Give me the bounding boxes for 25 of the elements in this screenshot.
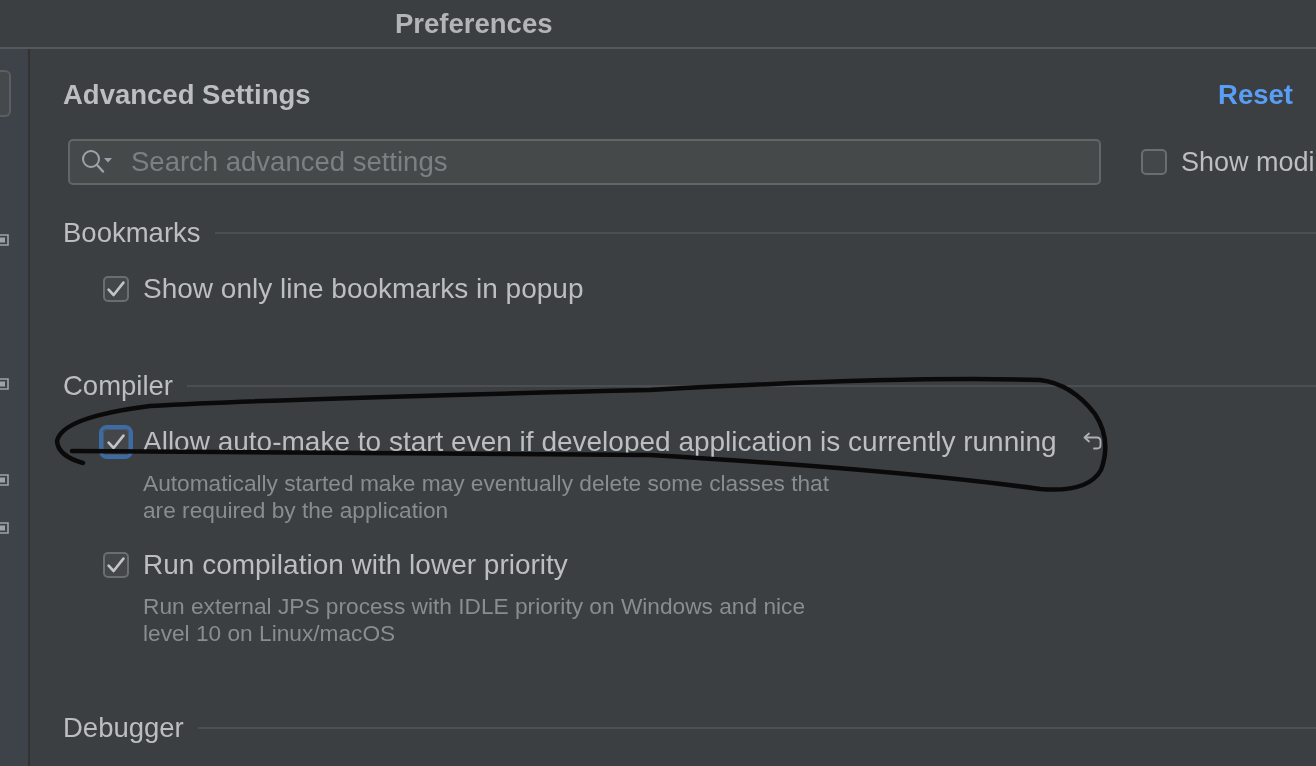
checkbox[interactable] xyxy=(1141,149,1167,175)
search-field[interactable]: Search advanced settings xyxy=(68,139,1101,185)
option-description: Automatically started make may eventually delete some classes that are required by the application xyxy=(143,470,830,524)
search-icon xyxy=(81,149,112,174)
option-description: Run external JPS process with IDLE priority on Windows and nice level 10 on Linux/macOS xyxy=(143,593,806,647)
section-heading: Debugger xyxy=(63,712,184,744)
square-icon xyxy=(0,234,9,246)
checkmark-icon xyxy=(107,281,125,297)
square-icon xyxy=(0,378,9,390)
checkmark-icon xyxy=(107,434,125,450)
undo-arrow-icon[interactable] xyxy=(1082,432,1103,452)
checkbox[interactable] xyxy=(103,552,129,578)
checkmark-icon xyxy=(107,557,125,573)
window-title: Preferences xyxy=(395,7,553,40)
page-title: Advanced Settings xyxy=(63,79,311,111)
checkbox[interactable] xyxy=(103,276,129,302)
sidebar-search-field[interactable] xyxy=(0,70,11,117)
show-modified-label[interactable]: Show modi xyxy=(1181,146,1315,178)
option-label[interactable]: Show only line bookmarks in popup xyxy=(143,273,584,305)
square-icon xyxy=(0,522,9,534)
section-heading: Compiler xyxy=(63,370,174,402)
section-heading: Bookmarks xyxy=(63,217,201,249)
square-icon xyxy=(0,474,9,486)
option-label[interactable]: Run compilation with lower priority xyxy=(143,549,568,581)
reset-link[interactable]: Reset xyxy=(1218,79,1293,111)
